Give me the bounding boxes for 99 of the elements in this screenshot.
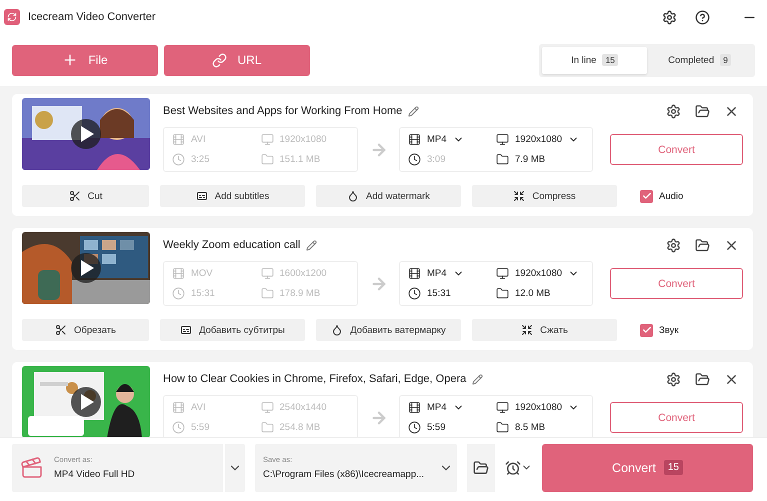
link-icon	[212, 52, 228, 68]
monitor-icon	[260, 132, 274, 146]
count-badge: 15	[664, 460, 683, 475]
settings-icon[interactable]	[666, 104, 681, 118]
compress-icon	[521, 324, 534, 336]
watermark-button[interactable]: Add watermark	[316, 185, 461, 207]
schedule-button[interactable]	[505, 460, 532, 476]
clock-icon	[172, 421, 185, 434]
size-label: 254.8 MB	[260, 421, 349, 434]
droplet-icon	[331, 324, 344, 336]
checkbox-label: Звук	[659, 324, 678, 336]
folder-icon[interactable]	[695, 104, 710, 118]
format-label: AVI	[172, 132, 260, 146]
film-icon	[408, 266, 421, 280]
monitor-icon	[496, 132, 509, 146]
resolution-label: 2540x1440	[260, 400, 349, 414]
video-title: Weekly Zoom education call	[163, 239, 300, 251]
folder-icon[interactable]	[695, 372, 710, 386]
audio-checkbox[interactable]	[640, 324, 653, 336]
subtitles-button[interactable]: Add subtitles	[160, 185, 305, 207]
clock-icon	[172, 153, 185, 166]
size-label: 12.0 MB	[496, 287, 584, 300]
video-format-icon	[20, 456, 44, 480]
folder-icon[interactable]	[695, 238, 710, 252]
film-icon	[172, 266, 185, 280]
clock-icon	[408, 421, 421, 434]
duration-label: 15:31	[408, 287, 496, 300]
resolution-label: 1920x1080	[260, 132, 349, 146]
edit-icon[interactable]	[408, 106, 420, 116]
help-icon[interactable]	[695, 10, 710, 24]
duration-label: 15:31	[172, 287, 260, 300]
size-label: 8.5 MB	[496, 421, 584, 434]
edit-icon[interactable]	[472, 374, 484, 384]
cut-button[interactable]: Cut	[22, 185, 149, 207]
convert-all-button[interactable]: Convert 15	[542, 444, 753, 492]
watermark-button[interactable]: Добавить ватермарку	[316, 319, 461, 341]
count-badge: 9	[720, 54, 731, 66]
size-label: 178.9 MB	[260, 287, 349, 300]
folder-icon	[496, 421, 509, 434]
format-label[interactable]: MP4	[408, 266, 496, 280]
size-label: 151.1 MB	[260, 153, 349, 166]
droplet-icon	[347, 190, 360, 202]
cut-button[interactable]: Обрезать	[22, 319, 149, 341]
format-label[interactable]: MP4	[408, 400, 496, 414]
window-title: Icecream Video Converter	[28, 11, 157, 23]
resolution-label[interactable]: 1920x1080	[496, 266, 584, 280]
duration-label: 5:59	[408, 421, 496, 434]
scissors-icon	[55, 324, 68, 336]
clock-icon	[172, 287, 185, 300]
film-icon	[172, 132, 185, 146]
edit-icon[interactable]	[306, 240, 318, 250]
arrow-right-icon	[370, 408, 388, 426]
monitor-icon	[496, 400, 509, 414]
film-icon	[408, 400, 421, 414]
format-label: AVI	[172, 400, 260, 414]
clock-icon	[408, 153, 421, 166]
format-label[interactable]: MP4	[408, 132, 496, 146]
duration-label: 3:25	[172, 153, 260, 166]
folder-icon	[496, 287, 509, 300]
monitor-icon	[496, 266, 509, 280]
monitor-icon	[260, 400, 274, 414]
count-badge: 15	[602, 54, 618, 66]
folder-icon	[260, 421, 274, 434]
checkbox-label: Audio	[659, 190, 684, 202]
film-icon	[408, 132, 421, 146]
settings-icon[interactable]	[666, 372, 681, 386]
compress-button[interactable]: Сжать	[472, 319, 617, 341]
settings-icon[interactable]	[662, 10, 677, 24]
duration-label: 5:59	[172, 421, 260, 434]
folder-icon	[260, 153, 274, 166]
folder-icon	[260, 287, 274, 300]
resolution-label: 1600x1200	[260, 266, 349, 280]
subtitles-button[interactable]: Добавить субтитры	[160, 319, 305, 341]
video-title: Best Websites and Apps for Working From Home	[163, 105, 402, 117]
settings-icon[interactable]	[666, 238, 681, 252]
duration-label: 3:09	[408, 153, 496, 166]
compress-icon	[513, 190, 526, 202]
scissors-icon	[68, 190, 81, 202]
resolution-label[interactable]: 1920x1080	[496, 132, 584, 146]
audio-checkbox[interactable]	[640, 190, 653, 202]
captions-icon	[196, 190, 208, 202]
format-label: MOV	[172, 266, 260, 280]
monitor-icon	[260, 266, 274, 280]
folder-button[interactable]	[467, 444, 495, 492]
alarm-clock-icon	[505, 460, 521, 476]
video-title: How to Clear Cookies in Chrome, Firefox, Safari, Edge, Opera	[163, 373, 466, 385]
size-label: 7.9 MB	[496, 153, 584, 166]
folder-icon	[473, 460, 489, 476]
captions-icon	[180, 324, 192, 336]
folder-icon	[496, 153, 509, 166]
clock-icon	[408, 287, 421, 300]
resolution-label[interactable]: 1920x1080	[496, 400, 584, 414]
tab[interactable]: In line 15	[542, 46, 647, 74]
arrow-right-icon	[370, 274, 388, 292]
app-logo-icon	[4, 9, 20, 25]
arrow-right-icon	[370, 140, 388, 158]
tab[interactable]: Completed 9	[647, 46, 752, 74]
film-icon	[172, 400, 185, 414]
compress-button[interactable]: Compress	[472, 185, 617, 207]
